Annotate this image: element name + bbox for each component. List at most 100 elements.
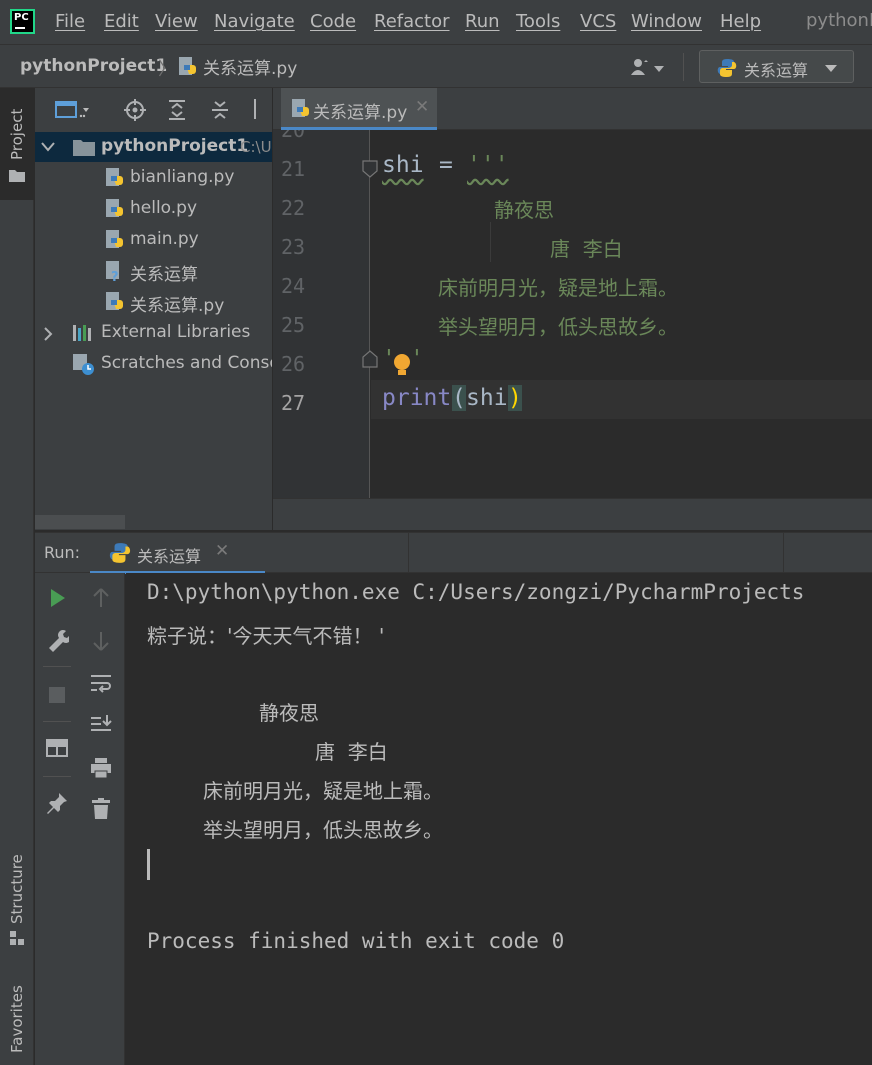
line-number: 22: [281, 196, 306, 220]
pycharm-logo-icon: PC: [10, 9, 35, 34]
collapse-all-icon[interactable]: [209, 99, 231, 121]
scroll-to-end-icon[interactable]: [89, 713, 113, 737]
tree-item-file[interactable]: bianliang.py: [35, 163, 272, 193]
tree-item-root[interactable]: pythonProject1 C:\U: [35, 132, 272, 162]
close-tab-icon[interactable]: ✕: [215, 541, 229, 561]
tree-file-label: 关系运算: [130, 265, 198, 285]
text-cursor: [147, 849, 150, 880]
tree-item-external-libraries[interactable]: External Libraries: [35, 318, 272, 348]
run-configuration-select[interactable]: 关系运算: [699, 50, 854, 83]
locate-file-icon[interactable]: [124, 99, 146, 121]
run-toolbar-primary: [35, 573, 79, 1065]
menu-view[interactable]: View: [155, 11, 198, 32]
close-tab-icon[interactable]: ✕: [415, 97, 429, 117]
tree-scratches-label: Scratches and Consol: [101, 353, 272, 373]
scratches-icon: [73, 354, 94, 375]
editor-tab-bar: 关系运算.py ✕: [273, 88, 872, 130]
pin-icon[interactable]: [45, 791, 69, 815]
menu-run[interactable]: Run: [465, 11, 500, 32]
tree-item-file[interactable]: ? 关系运算: [35, 256, 272, 286]
window-title: pythonP: [806, 10, 872, 31]
run-toolbar-secondary: [79, 573, 125, 1065]
code-string-line-24: 床前明月光，疑是地上霜。: [438, 276, 678, 300]
tree-file-label: main.py: [130, 229, 199, 249]
run-panel-label: Run:: [44, 543, 81, 562]
menu-bar: PC File Edit View Navigate Code Refactor…: [0, 0, 872, 44]
trash-icon[interactable]: [89, 797, 113, 821]
vcs-user-button[interactable]: [630, 58, 666, 76]
line-number: 20: [281, 130, 306, 142]
breadcrumb-project[interactable]: pythonProject1: [20, 56, 167, 76]
print-icon[interactable]: [89, 756, 113, 780]
soft-wrap-icon[interactable]: [89, 672, 113, 696]
tool-tab-favorites[interactable]: Favorites: [0, 968, 34, 1065]
fold-marker-icon[interactable]: [362, 350, 378, 368]
lightbulb-icon[interactable]: [392, 352, 412, 378]
run-panel-header: Run: 关系运算 ✕: [35, 532, 872, 574]
menu-refactor[interactable]: Refactor: [374, 11, 450, 32]
fold-marker-icon[interactable]: [362, 160, 378, 178]
menu-navigate[interactable]: Navigate: [214, 11, 295, 32]
menu-file[interactable]: File: [55, 11, 85, 32]
menu-tools[interactable]: Tools: [516, 11, 560, 32]
tree-item-scratches[interactable]: Scratches and Consol: [35, 349, 272, 379]
tool-tab-structure[interactable]: Structure: [0, 834, 34, 949]
console-exit-message: Process finished with exit code 0: [147, 929, 565, 953]
console-output-line: 粽子说：'今天天气不错！ ': [147, 624, 385, 648]
console-output-line: 静夜思: [259, 701, 319, 725]
tree-item-file[interactable]: main.py: [35, 225, 272, 255]
code-string-line-25: 举头望明月，低头思故乡。: [438, 315, 678, 339]
menu-vcs[interactable]: VCS: [580, 11, 616, 32]
header-divider: [783, 533, 784, 574]
breadcrumb-separator: 〉: [158, 59, 176, 80]
arrow-down-icon[interactable]: [89, 629, 113, 653]
tree-item-file[interactable]: 关系运算.py: [35, 287, 272, 317]
toolbar-divider: [43, 721, 71, 722]
line-number: 21: [281, 157, 306, 181]
tool-tab-structure-label: Structure: [8, 854, 26, 924]
run-tab[interactable]: 关系运算 ✕: [90, 533, 265, 574]
code-arg: shi: [466, 385, 508, 411]
arrow-up-icon[interactable]: [89, 586, 113, 610]
layout-icon[interactable]: [45, 736, 69, 760]
python-file-icon: [106, 199, 123, 217]
user-icon: [631, 59, 664, 75]
code-string-line-23: 唐 李白: [550, 237, 623, 261]
project-view-select-icon[interactable]: [55, 100, 89, 120]
code-paren-open: (: [452, 385, 466, 411]
line-number-current: 27: [281, 391, 306, 415]
menu-code[interactable]: Code: [310, 11, 356, 32]
tree-item-file[interactable]: hello.py: [35, 194, 272, 224]
python-icon: [717, 59, 737, 77]
folder-icon: [73, 140, 95, 156]
editor-tab-label: 关系运算.py: [313, 103, 408, 123]
header-divider: [408, 533, 409, 574]
code-operator: =: [439, 152, 453, 178]
run-console-output[interactable]: D:\python\python.exe C:/Users/zongzi/Pyc…: [126, 573, 872, 1065]
tool-tab-project[interactable]: Project: [0, 88, 34, 200]
rerun-icon[interactable]: [45, 586, 69, 610]
line-number: 25: [281, 313, 306, 337]
editor-tab-active[interactable]: 关系运算.py ✕: [281, 88, 437, 130]
stop-icon[interactable]: [45, 683, 69, 707]
horizontal-scrollbar[interactable]: [35, 515, 125, 529]
options-gear-icon[interactable]: [254, 99, 256, 119]
unknown-file-icon: ?: [106, 261, 119, 282]
code-editor[interactable]: 20 21 22 23 24 25 26 27 shi = ''' 静夜思 唐 …: [273, 130, 872, 498]
expand-all-icon[interactable]: [166, 99, 188, 121]
console-output-line: 唐 李白: [315, 740, 388, 764]
indent-guide: [490, 222, 491, 262]
project-toolbar: [35, 88, 272, 130]
python-file-icon: [106, 230, 123, 248]
code-paren-close: ): [508, 385, 522, 411]
menu-edit[interactable]: Edit: [104, 11, 139, 32]
tool-tab-favorites-label: Favorites: [8, 985, 26, 1053]
chevron-right-icon: [44, 327, 53, 341]
breadcrumb-file[interactable]: 关系运算.py: [176, 54, 297, 79]
menu-help[interactable]: Help: [720, 11, 761, 32]
project-panel: pythonProject1 C:\U bianliang.py hello.p…: [35, 88, 272, 530]
editor-bottom-bar: [273, 498, 872, 530]
wrench-icon[interactable]: [45, 628, 69, 652]
menu-window[interactable]: Window: [631, 11, 702, 32]
console-output-line: 床前明月光，疑是地上霜。: [203, 779, 443, 803]
